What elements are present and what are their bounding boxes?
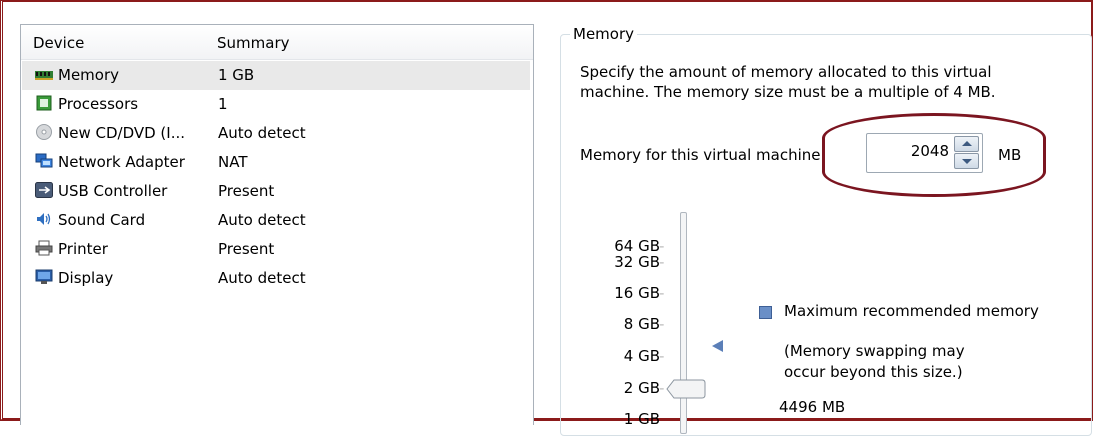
device-name: Printer <box>58 240 108 258</box>
device-row-usb-controller[interactable]: USB Controller Present <box>22 177 530 206</box>
scale-label: 2 GB <box>623 379 660 397</box>
device-name: Processors <box>58 95 139 113</box>
device-summary: 1 GB <box>218 66 255 84</box>
device-summary: Present <box>218 240 275 258</box>
device-summary: Auto detect <box>218 211 306 229</box>
column-header-summary[interactable]: Summary <box>217 34 290 52</box>
device-name: Sound Card <box>58 211 146 229</box>
scale-label: 8 GB <box>623 315 660 333</box>
processor-icon <box>36 95 52 111</box>
device-summary: Auto detect <box>218 124 306 142</box>
device-row-display[interactable]: Display Auto detect <box>22 264 530 293</box>
scale-label: 32 GB <box>614 253 660 271</box>
memory-field-label: Memory for this virtual machine: <box>580 146 826 164</box>
swap-note-line2: occur beyond this size.) <box>784 363 963 381</box>
memory-slider-thumb[interactable] <box>666 379 706 399</box>
scale-label: 16 GB <box>614 284 660 302</box>
device-row-memory[interactable]: Memory 1 GB <box>22 61 530 90</box>
recommended-marker-icon <box>712 340 723 352</box>
scale-tick: - <box>659 315 665 333</box>
memory-group-title: Memory <box>570 25 638 43</box>
scale-tick: - <box>659 253 665 271</box>
monitor-icon <box>35 269 53 284</box>
scale-label: 4 GB <box>623 347 660 365</box>
usb-icon <box>35 182 53 198</box>
device-row-network-adapter[interactable]: Network Adapter NAT <box>22 148 530 177</box>
memory-icon <box>35 71 53 80</box>
scale-tick: - <box>659 347 665 365</box>
swap-note-line1: (Memory swapping may <box>784 342 965 360</box>
network-adapter-icon <box>35 153 53 168</box>
device-list-header: Device Summary <box>21 25 533 60</box>
max-recommended-legend-marker <box>759 306 772 319</box>
memory-description: Specify the amount of memory allocated t… <box>580 63 996 101</box>
device-row-processors[interactable]: Processors 1 <box>22 90 530 119</box>
swap-note: (Memory swapping may occur beyond this s… <box>784 341 965 383</box>
max-recommended-value: 4496 MB <box>779 398 846 416</box>
device-summary: Present <box>218 182 275 200</box>
highlight-annotation <box>822 113 1046 197</box>
device-name: USB Controller <box>58 182 168 200</box>
device-summary: 1 <box>218 95 228 113</box>
device-row-printer[interactable]: Printer Present <box>22 235 530 264</box>
max-recommended-label: Maximum recommended memory <box>784 302 1039 320</box>
cd-dvd-icon <box>36 124 52 140</box>
device-summary: Auto detect <box>218 269 306 287</box>
device-name: Display <box>58 269 114 287</box>
column-header-device[interactable]: Device <box>33 34 84 52</box>
scale-tick: - <box>659 284 665 302</box>
printer-icon <box>35 240 53 256</box>
memory-slider-track[interactable] <box>680 212 687 434</box>
device-name: Network Adapter <box>58 153 185 171</box>
device-name: Memory <box>58 66 120 84</box>
device-summary: NAT <box>218 153 248 171</box>
device-row-sound-card[interactable]: Sound Card Auto detect <box>22 206 530 235</box>
device-list: Device Summary Memory 1 GB Processors 1 … <box>20 24 534 425</box>
speaker-icon <box>37 213 51 225</box>
device-row-cd-dvd[interactable]: New CD/DVD (I... Auto detect <box>22 119 530 148</box>
scale-label: 1 GB <box>623 410 660 428</box>
device-name: New CD/DVD (I... <box>58 124 186 142</box>
